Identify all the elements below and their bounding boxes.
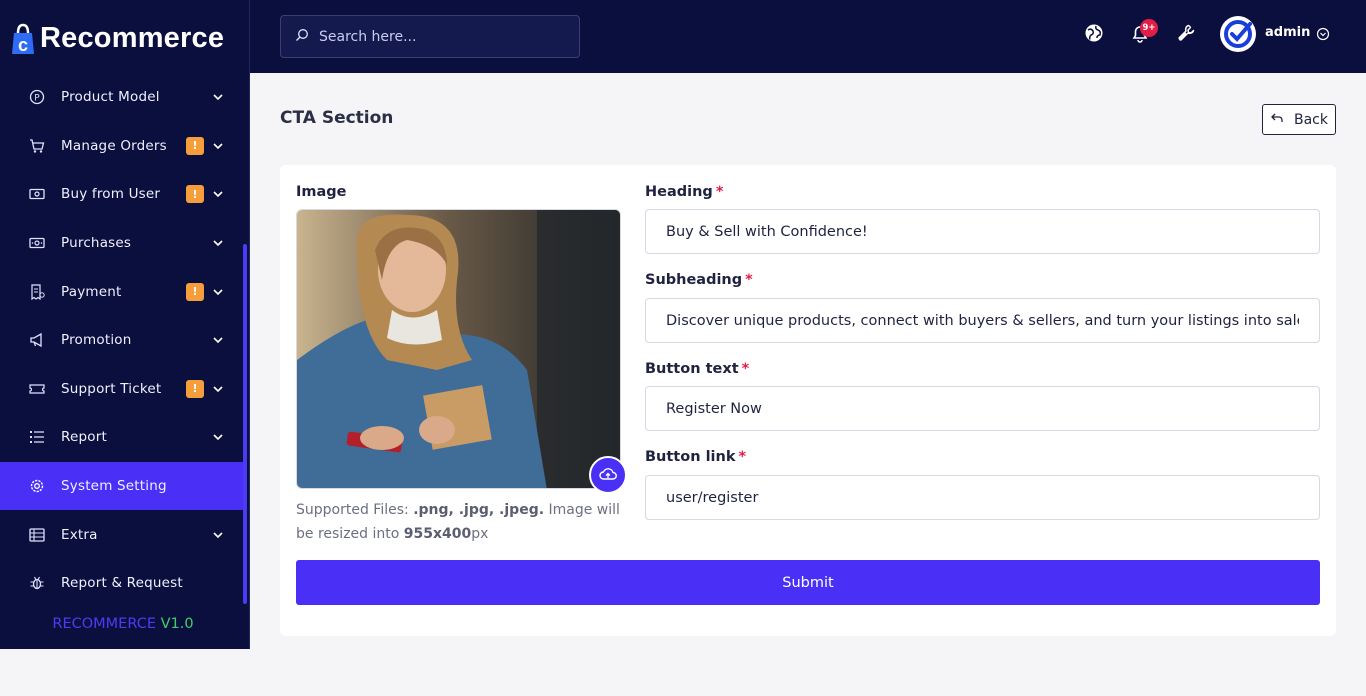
list-icon xyxy=(29,429,45,445)
megaphone-icon xyxy=(29,332,45,348)
button-link-label: Button link * xyxy=(645,449,747,465)
chevron-down-circle-icon[interactable] xyxy=(1316,26,1330,41)
sidebar-item-label: Report & Request xyxy=(61,575,183,592)
gear-icon xyxy=(29,478,45,494)
sidebar-item-label: Report xyxy=(61,429,107,446)
cash-icon xyxy=(29,186,45,202)
sidebar-item-label: Product Model xyxy=(61,89,160,106)
sidebar-item-label: Extra xyxy=(61,526,98,543)
sidebar-item-extra[interactable]: Extra xyxy=(0,510,246,559)
cart-icon xyxy=(29,138,45,154)
help-unit: px xyxy=(471,526,489,542)
alert-badge: ! xyxy=(186,282,204,301)
chevron-down-icon xyxy=(212,286,224,298)
sidebar-item-promotion[interactable]: Promotion xyxy=(0,316,246,365)
brand-logo[interactable]: c Recommerce xyxy=(10,18,224,58)
sidebar-item-label: Payment xyxy=(61,283,122,300)
search-icon xyxy=(295,27,309,46)
sidebar: c Recommerce P Product Model Manage Orde… xyxy=(0,0,250,649)
sidebar-item-report-request[interactable]: Report & Request xyxy=(0,559,246,608)
product-icon: P xyxy=(29,89,45,105)
subheading-field[interactable] xyxy=(645,298,1320,343)
chevron-down-icon xyxy=(212,383,224,395)
avatar[interactable] xyxy=(1220,16,1256,52)
svg-text:P: P xyxy=(34,94,40,104)
version-number: V1.0 xyxy=(160,616,194,632)
submit-button[interactable]: Submit xyxy=(296,560,1320,605)
version-name: RECOMMERCE xyxy=(52,616,156,632)
sidebar-item-label: Buy from User xyxy=(61,186,161,203)
button-link-field[interactable] xyxy=(645,475,1320,520)
heading-field[interactable] xyxy=(645,209,1320,254)
ticket-icon xyxy=(29,381,45,397)
cta-form-card: Image Supported Files: .png, .jpg, .jpeg… xyxy=(280,165,1336,636)
chevron-down-icon xyxy=(212,140,224,152)
page-title: CTA Section xyxy=(280,108,394,128)
help-size: 955x400 xyxy=(403,526,472,542)
bug-icon xyxy=(29,575,45,591)
sidebar-item-label: Manage Orders xyxy=(61,137,167,154)
chevron-down-icon xyxy=(212,431,224,443)
app-version: RECOMMERCE V1.0 xyxy=(0,616,246,632)
sidebar-menu: P Product Model Manage Orders ! Buy from… xyxy=(0,73,246,608)
top-header xyxy=(250,0,1366,73)
required-mark: * xyxy=(741,361,750,377)
chevron-down-icon xyxy=(212,529,224,541)
chevron-down-icon xyxy=(212,237,224,249)
globe-icon[interactable] xyxy=(1083,22,1105,44)
help-file-types: .png, .jpg, .jpeg. xyxy=(413,502,545,518)
heading-label: Heading * xyxy=(645,184,724,200)
chevron-down-icon xyxy=(212,91,224,103)
back-button[interactable]: Back xyxy=(1262,104,1336,135)
subheading-label: Subheading * xyxy=(645,272,753,288)
sidebar-item-payment[interactable]: Payment ! xyxy=(0,267,246,316)
heading-input[interactable] xyxy=(646,210,1319,253)
button-text-input[interactable] xyxy=(646,387,1319,430)
notification-count-badge: 9+ xyxy=(1140,19,1158,37)
sidebar-item-manage-orders[interactable]: Manage Orders ! xyxy=(0,122,246,171)
sidebar-item-report[interactable]: Report xyxy=(0,413,246,462)
receipt-icon xyxy=(29,284,45,300)
image-label: Image xyxy=(296,184,347,200)
chevron-down-icon xyxy=(212,188,224,200)
sidebar-item-purchases[interactable]: Purchases xyxy=(0,219,246,268)
alert-badge: ! xyxy=(186,185,204,204)
search-input[interactable] xyxy=(319,28,559,45)
upload-image-button[interactable] xyxy=(589,456,627,494)
button-text-label: Button text * xyxy=(645,361,750,377)
image-help-text: Supported Files: .png, .jpg, .jpeg. Imag… xyxy=(296,498,626,546)
button-text-field[interactable] xyxy=(645,386,1320,431)
bag-logo-icon: c xyxy=(10,21,36,55)
back-arrow-icon xyxy=(1270,112,1284,128)
svg-text:c: c xyxy=(18,35,28,55)
purchase-icon xyxy=(29,235,45,251)
image-preview xyxy=(296,209,621,489)
required-mark: * xyxy=(738,449,747,465)
sidebar-item-label: System Setting xyxy=(61,478,167,495)
subheading-input[interactable] xyxy=(646,299,1319,342)
search-box[interactable] xyxy=(280,15,580,58)
sidebar-item-buy-from-user[interactable]: Buy from User ! xyxy=(0,170,246,219)
chevron-down-icon xyxy=(212,334,224,346)
required-mark: * xyxy=(745,272,753,288)
sidebar-item-support-ticket[interactable]: Support Ticket ! xyxy=(0,365,246,414)
sidebar-scrollbar[interactable] xyxy=(243,244,247,604)
sidebar-item-label: Promotion xyxy=(61,332,132,349)
sidebar-item-product-model[interactable]: P Product Model xyxy=(0,73,246,122)
sidebar-item-system-setting[interactable]: System Setting xyxy=(0,461,246,511)
required-mark: * xyxy=(715,184,724,200)
cloud-upload-icon xyxy=(599,466,617,485)
sidebar-item-label: Support Ticket xyxy=(61,380,162,397)
user-name[interactable]: admin xyxy=(1265,25,1310,40)
sidebar-item-label: Purchases xyxy=(61,235,132,252)
back-button-label: Back xyxy=(1294,111,1328,128)
brand-name: Recommerce xyxy=(40,21,225,54)
button-link-input[interactable] xyxy=(646,476,1319,519)
wrench-icon[interactable] xyxy=(1175,22,1197,44)
extra-icon xyxy=(29,527,45,543)
alert-badge: ! xyxy=(186,379,204,398)
help-prefix: Supported Files: xyxy=(296,502,414,518)
alert-badge: ! xyxy=(186,136,204,155)
